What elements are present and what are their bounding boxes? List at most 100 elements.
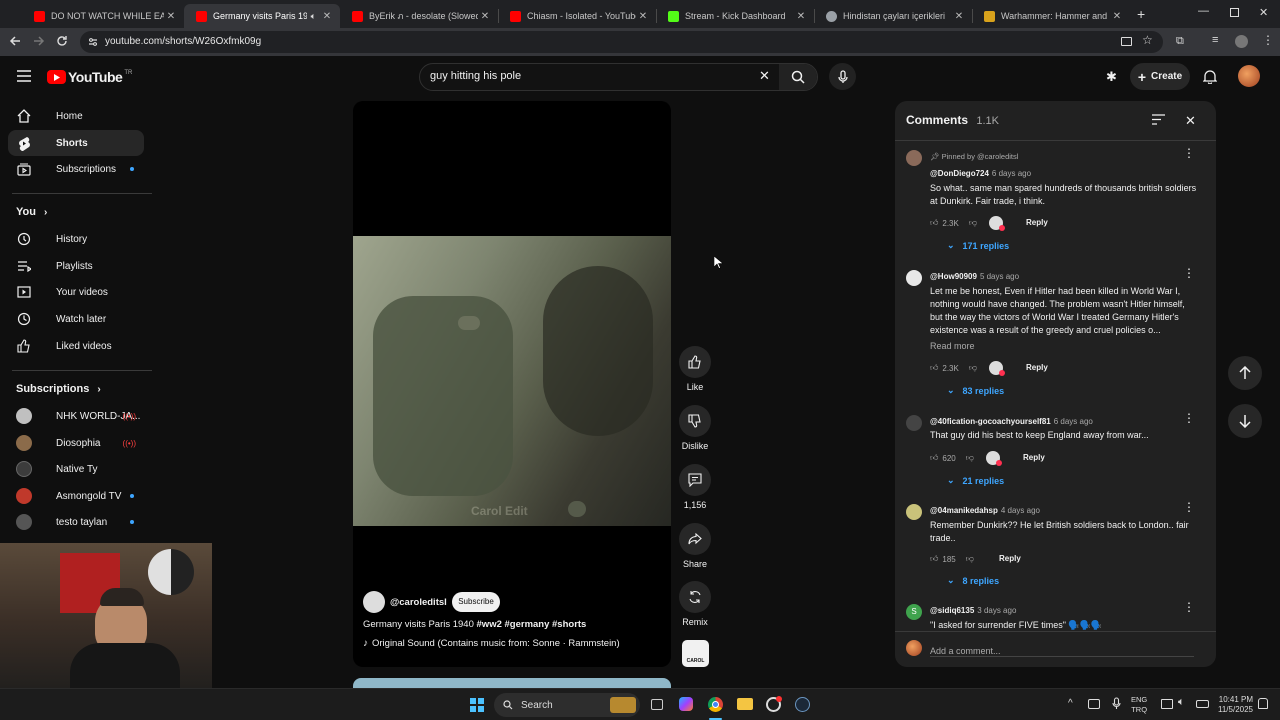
browser-tab[interactable]: Hindistan çayları içerikleri ✕ — [814, 4, 972, 28]
channel-avatar[interactable] — [363, 591, 385, 613]
reload-icon[interactable] — [56, 35, 68, 47]
taskbar-clock[interactable]: 10:41 PM 11/5/2025 — [1215, 695, 1253, 715]
close-tab-icon[interactable]: ✕ — [478, 11, 492, 22]
steam-taskbar-icon[interactable] — [795, 697, 810, 712]
reply-button[interactable]: Reply — [999, 554, 1021, 563]
comment-dislike-icon[interactable]: 👎︎ — [966, 453, 974, 463]
file-explorer-icon[interactable] — [737, 698, 753, 710]
view-replies-button[interactable]: ⌄ 21 replies — [947, 475, 1004, 486]
new-tab-icon[interactable]: + — [1137, 6, 1145, 22]
network-tray-icon[interactable] — [1088, 699, 1100, 709]
sidebar-channel-asmongold[interactable]: Asmongold TV — [8, 483, 144, 509]
sidebar-item-shorts[interactable]: Shorts — [8, 130, 144, 156]
minimize-icon[interactable]: — — [1198, 5, 1209, 17]
comment-dislike-icon[interactable]: 👎︎ — [969, 363, 977, 373]
commenter-avatar[interactable]: S — [906, 604, 922, 620]
add-comment-input[interactable]: Add a comment... — [930, 641, 1194, 657]
comment-author[interactable]: @DonDiego724 6 days ago — [930, 169, 1031, 178]
obs-taskbar-icon[interactable] — [766, 696, 782, 712]
short-video-player[interactable]: Carol Edit @caroleditsl Subscribe German… — [353, 101, 671, 667]
speaker-icon[interactable]: 🔈︎ — [311, 11, 316, 22]
microphone-tray-icon[interactable] — [1112, 697, 1121, 710]
previous-short-button[interactable] — [1228, 356, 1262, 390]
next-short-preview[interactable] — [353, 678, 671, 688]
sidebar-item-history[interactable]: History — [8, 226, 144, 252]
sidebar-item-subscriptions[interactable]: Subscriptions — [8, 156, 144, 182]
comment-author[interactable]: @How90909 5 days ago — [930, 272, 1019, 281]
subscriptions-section-header[interactable]: Subscriptions › — [16, 383, 101, 395]
windows-start-icon[interactable] — [470, 698, 484, 712]
close-tab-icon[interactable]: ✕ — [794, 11, 808, 22]
search-button[interactable] — [779, 64, 817, 90]
site-info-icon[interactable] — [88, 37, 98, 47]
close-tab-icon[interactable]: ✕ — [636, 11, 650, 22]
reply-button[interactable]: Reply — [1026, 218, 1048, 227]
battery-tray-icon[interactable] — [1196, 700, 1209, 708]
notifications-tray-icon[interactable] — [1258, 698, 1268, 709]
hamburger-menu-icon[interactable] — [17, 70, 31, 82]
view-replies-button[interactable]: ⌄ 83 replies — [947, 385, 1004, 396]
close-tab-icon[interactable]: ✕ — [1110, 11, 1124, 22]
sidebar-item-playlists[interactable]: Playlists — [8, 253, 144, 279]
account-avatar[interactable] — [1238, 65, 1260, 87]
back-icon[interactable] — [9, 35, 21, 47]
close-tab-icon[interactable]: ✕ — [320, 11, 334, 22]
comment-like-icon[interactable]: 👍︎ — [930, 218, 938, 228]
browser-tab[interactable]: Stream - Kick Dashboard ✕ — [656, 4, 814, 28]
profile-avatar[interactable] — [1235, 35, 1248, 48]
commenter-avatar[interactable] — [906, 504, 922, 520]
restore-icon[interactable] — [1230, 8, 1239, 17]
sidebar-channel-testo-taylan[interactable]: testo taylan — [8, 509, 144, 535]
browser-tab[interactable]: Chiasm - Isolated - YouTube ✕ — [498, 4, 656, 28]
sidebar-item-liked-videos[interactable]: Liked videos — [8, 333, 144, 359]
sidebar-item-home[interactable]: Home — [8, 103, 144, 129]
commenter-avatar[interactable] — [906, 270, 922, 286]
comment-dislike-icon[interactable]: 👎︎ — [966, 554, 974, 564]
sound-channel-badge[interactable]: CAROL — [682, 640, 709, 667]
read-more-link[interactable]: Read more — [930, 341, 975, 351]
chrome-taskbar-icon[interactable] — [708, 697, 723, 712]
chrome-menu-icon[interactable]: ⋮ — [1262, 33, 1274, 47]
youtube-logo[interactable]: YouTube TR — [47, 69, 132, 85]
close-window-icon[interactable]: ✕ — [1259, 6, 1268, 19]
close-tab-icon[interactable]: ✕ — [952, 11, 966, 22]
browser-tab-active[interactable]: Germany visits Paris 1940 # 🔈︎ ✕ — [184, 4, 340, 28]
reply-button[interactable]: Reply — [1026, 363, 1048, 372]
subscribe-button[interactable]: Subscribe — [452, 592, 500, 612]
comment-like-icon[interactable]: 👍︎ — [930, 554, 938, 564]
browser-tab[interactable]: DO NOT WATCH WHILE EATING ✕ — [22, 4, 184, 28]
notifications-bell-icon[interactable] — [1203, 69, 1217, 84]
next-short-button[interactable] — [1228, 404, 1262, 438]
comment-author[interactable]: @40fication-gocoachyourself81 6 days ago — [930, 417, 1093, 426]
forward-icon[interactable] — [33, 35, 45, 47]
you-section-header[interactable]: You › — [16, 206, 47, 218]
sidebar-channel-native-ty[interactable]: Native Ty — [8, 456, 144, 482]
share-button[interactable] — [679, 523, 711, 555]
browser-tab[interactable]: Warhammer: Hammer and Bolt ✕ — [972, 4, 1130, 28]
like-button[interactable] — [679, 346, 711, 378]
comment-menu-icon[interactable]: ⋮ — [1183, 267, 1195, 279]
sidebar-item-your-videos[interactable]: Your videos — [8, 279, 144, 305]
keyboard-language-indicator[interactable]: ENG TRQ — [1131, 695, 1147, 715]
view-replies-button[interactable]: ⌄ 171 replies — [947, 240, 1009, 251]
close-tab-icon[interactable]: ✕ — [164, 11, 178, 22]
comment-author[interactable]: @04manikedahsp 4 days ago — [930, 506, 1040, 515]
comment-menu-icon[interactable]: ⋮ — [1183, 501, 1195, 513]
comments-button[interactable] — [679, 464, 711, 496]
extensions-icon[interactable]: ⧉ — [1176, 35, 1184, 48]
close-comments-icon[interactable]: ✕ — [1185, 113, 1196, 129]
copilot-icon[interactable] — [679, 697, 693, 711]
short-hashtags[interactable]: #ww2 #germany #shorts — [477, 619, 587, 630]
view-replies-button[interactable]: ⌄ 8 replies — [947, 575, 999, 586]
short-sound[interactable]: ♪ Original Sound (Contains music from: S… — [363, 638, 620, 649]
comment-menu-icon[interactable]: ⋮ — [1183, 412, 1195, 424]
comment-author[interactable]: @sidiq6135 3 days ago — [930, 606, 1016, 615]
comment-menu-icon[interactable]: ⋮ — [1183, 147, 1195, 159]
comment-menu-icon[interactable]: ⋮ — [1183, 601, 1195, 613]
create-button[interactable]: + Create — [1130, 63, 1190, 90]
clear-search-icon[interactable]: ✕ — [759, 68, 770, 84]
commenter-avatar[interactable] — [906, 415, 922, 431]
comment-like-icon[interactable]: 👍︎ — [930, 453, 938, 463]
taskbar-search-box[interactable]: Search — [494, 693, 640, 717]
bookmark-star-icon[interactable]: ☆ — [1142, 33, 1153, 47]
